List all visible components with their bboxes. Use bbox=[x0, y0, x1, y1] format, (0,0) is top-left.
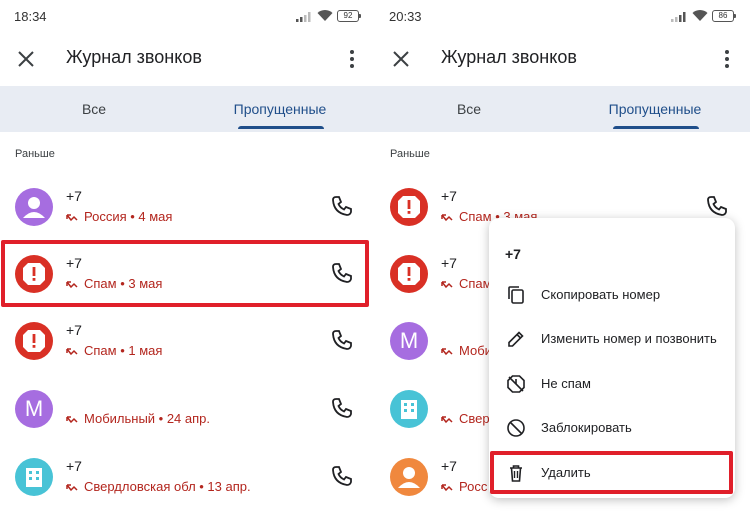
tab-all[interactable]: Все bbox=[40, 86, 148, 132]
missed-call-icon bbox=[441, 213, 453, 221]
tab-indicator bbox=[238, 126, 324, 129]
call-details-text: Спам • 1 мая bbox=[84, 343, 163, 358]
close-icon[interactable] bbox=[14, 47, 38, 71]
person-avatar-icon bbox=[390, 458, 428, 496]
signal-icon bbox=[296, 12, 311, 22]
call-details-text: Росс bbox=[459, 479, 488, 494]
spam-avatar-icon bbox=[390, 188, 428, 226]
call-details: Спам • 1 мая bbox=[66, 343, 162, 358]
call-details: Свердловская обл • 13 апр. bbox=[66, 479, 251, 494]
avatar-letter: M bbox=[399, 328, 419, 353]
missed-call-icon bbox=[66, 483, 78, 491]
person-avatar-icon bbox=[15, 188, 53, 226]
call-row[interactable]: M Мобильный • 24 апр. bbox=[0, 380, 375, 446]
spam-avatar-icon bbox=[390, 255, 428, 293]
tab-all[interactable]: Все bbox=[415, 86, 523, 132]
call-details: Спам bbox=[441, 276, 492, 291]
more-options-icon[interactable] bbox=[340, 47, 364, 71]
call-details-text: Моби bbox=[459, 343, 492, 358]
menu-item-block[interactable]: Заблокировать bbox=[489, 407, 735, 451]
battery-icon: 86 bbox=[712, 10, 736, 22]
call-number: +7 bbox=[66, 188, 82, 204]
wifi-icon bbox=[317, 10, 333, 21]
status-time: 20:33 bbox=[389, 9, 422, 24]
call-number: +7 bbox=[441, 458, 457, 474]
wifi-icon bbox=[692, 10, 708, 21]
call-number: +7 bbox=[441, 188, 457, 204]
phone-icon[interactable] bbox=[330, 464, 354, 488]
missed-call-icon bbox=[441, 347, 453, 355]
left-screen: 18:34 92 Журнал звонков Все Пропущенные … bbox=[0, 0, 375, 523]
highlight-frame bbox=[1, 240, 369, 307]
menu-item-label: Не спам bbox=[541, 376, 591, 391]
call-row[interactable]: +7 Спам • 1 мая bbox=[0, 312, 375, 378]
block-icon bbox=[507, 419, 525, 437]
menu-item-not-spam[interactable]: Не спам bbox=[489, 363, 735, 407]
call-details-text: Свердловская обл • 13 апр. bbox=[84, 479, 251, 494]
call-details: Моби bbox=[441, 343, 492, 358]
call-number: +7 bbox=[66, 458, 82, 474]
app-bar: Журнал звонков bbox=[0, 34, 375, 84]
building-avatar-icon bbox=[15, 458, 53, 496]
signal-icon bbox=[671, 12, 686, 22]
missed-call-icon bbox=[441, 483, 453, 491]
status-bar: 18:34 92 bbox=[0, 0, 375, 34]
building-avatar-icon bbox=[390, 390, 428, 428]
call-details-text: Спам bbox=[459, 276, 492, 291]
copy-icon bbox=[508, 286, 524, 304]
call-row[interactable]: +7 Свердловская обл • 13 апр. bbox=[0, 448, 375, 514]
menu-item-label: Изменить номер и позвонить bbox=[541, 331, 717, 346]
avatar-letter: M bbox=[24, 396, 44, 421]
menu-item-label: Заблокировать bbox=[541, 420, 632, 435]
call-details: Свер bbox=[441, 411, 490, 426]
phone-icon[interactable] bbox=[705, 194, 729, 218]
call-details: Мобильный • 24 апр. bbox=[66, 411, 210, 426]
more-options-icon[interactable] bbox=[715, 47, 739, 71]
call-number: +7 bbox=[66, 322, 82, 338]
call-details-text: Свер bbox=[459, 411, 490, 426]
menu-item-edit-call[interactable]: Изменить номер и позвонить bbox=[489, 318, 735, 362]
status-time: 18:34 bbox=[14, 9, 47, 24]
letter-avatar-icon: M bbox=[390, 322, 428, 360]
call-number: +7 bbox=[441, 255, 457, 271]
phone-icon[interactable] bbox=[330, 194, 354, 218]
highlight-frame bbox=[490, 451, 733, 494]
menu-item-label: Скопировать номер bbox=[541, 287, 661, 302]
call-details: Россия • 4 мая bbox=[66, 209, 172, 224]
section-header: Раньше bbox=[390, 148, 430, 160]
close-icon[interactable] bbox=[389, 47, 413, 71]
phone-icon[interactable] bbox=[330, 328, 354, 352]
call-details: Росс bbox=[441, 479, 487, 494]
call-row[interactable]: +7 Россия • 4 мая bbox=[0, 178, 375, 244]
missed-call-icon bbox=[441, 415, 453, 423]
tab-indicator bbox=[613, 126, 699, 129]
page-title: Журнал звонков bbox=[66, 47, 202, 67]
missed-call-icon bbox=[441, 280, 453, 288]
call-details-text: Россия • 4 мая bbox=[84, 209, 173, 224]
app-bar: Журнал звонков bbox=[375, 34, 750, 84]
missed-call-icon bbox=[66, 347, 78, 355]
menu-item-copy[interactable]: Скопировать номер bbox=[489, 274, 735, 318]
spam-avatar-icon bbox=[15, 322, 53, 360]
not-spam-icon bbox=[507, 375, 525, 393]
menu-header: +7 bbox=[505, 246, 521, 262]
missed-call-icon bbox=[66, 213, 78, 221]
status-bar: 20:33 86 bbox=[375, 0, 750, 34]
call-details-text: Мобильный • 24 апр. bbox=[84, 411, 211, 426]
battery-icon: 92 bbox=[337, 10, 361, 22]
phone-icon[interactable] bbox=[330, 396, 354, 420]
letter-avatar-icon: M bbox=[15, 390, 53, 428]
edit-icon bbox=[508, 331, 524, 347]
page-title: Журнал звонков bbox=[441, 47, 577, 67]
missed-call-icon bbox=[66, 415, 78, 423]
section-header: Раньше bbox=[15, 148, 55, 160]
